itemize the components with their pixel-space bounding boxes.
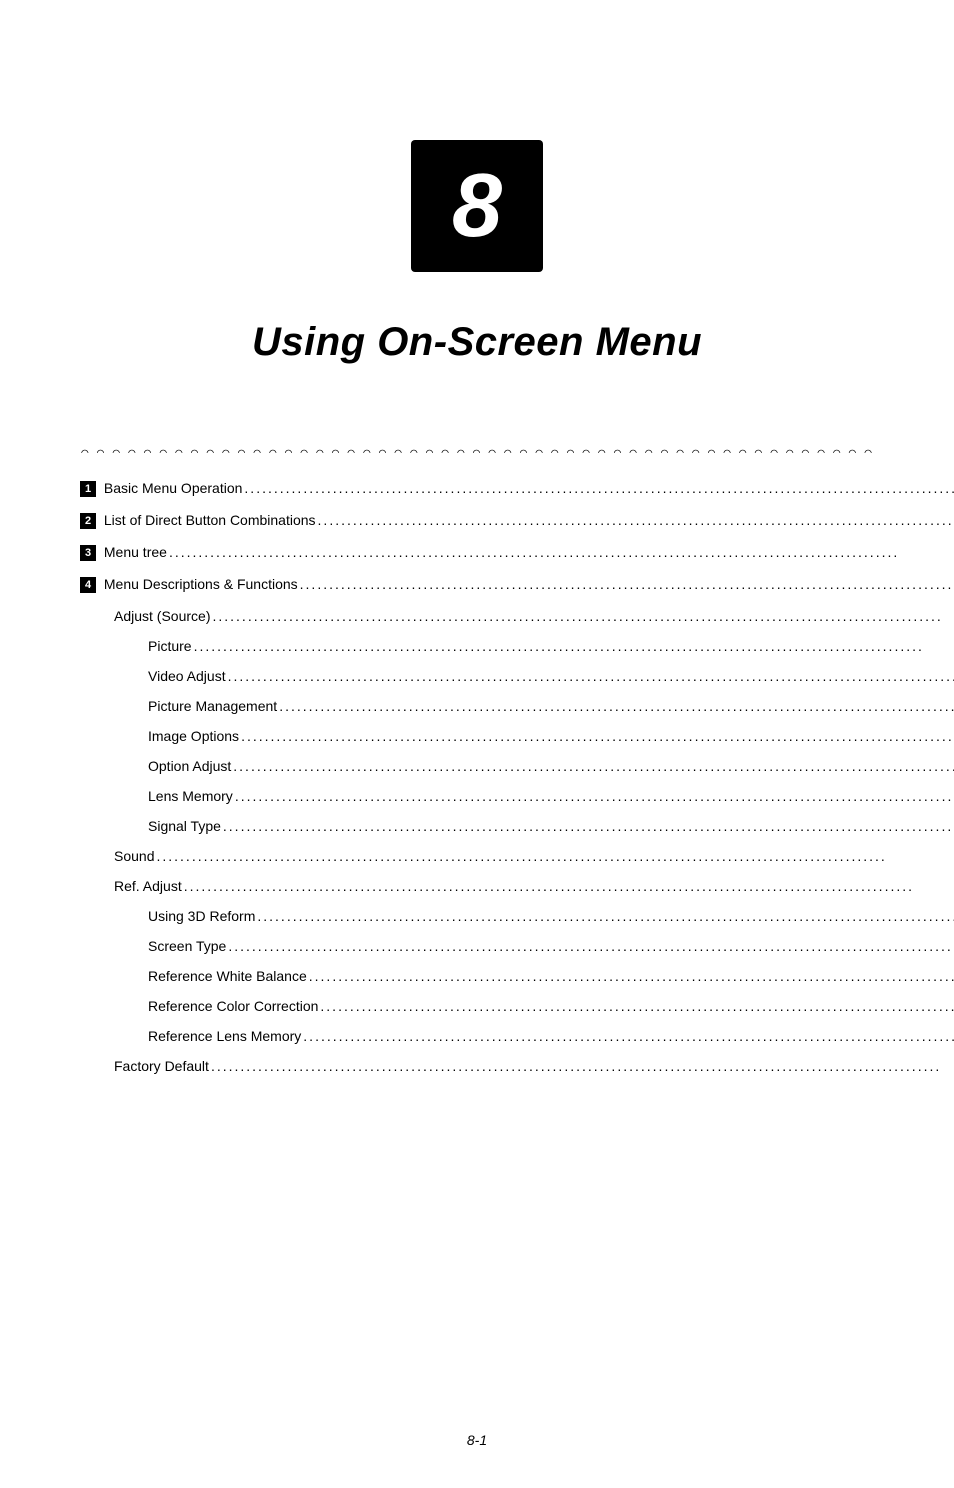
toc-leader-dots [235, 789, 954, 803]
toc-leader-dots [279, 699, 954, 713]
toc-leader-dots [223, 819, 954, 833]
toc-leader-dots [300, 577, 954, 591]
toc-entry-label: Adjust (Source) [114, 609, 210, 623]
toc-entry-label: Factory Default [114, 1059, 209, 1073]
toc-section-number-badge: 2 [80, 513, 96, 529]
toc-columns: 1 Basic Menu Operation 8-22 List of Dire… [80, 481, 874, 1089]
toc-leader-dots [228, 939, 954, 953]
toc-row: Sound 8-11 [80, 849, 954, 863]
toc-entry-text: Picture [148, 638, 192, 654]
toc-leader-dots [318, 513, 954, 527]
toc-section-number-badge: 4 [80, 577, 96, 593]
divider-dots: ○○○○○○○○○○○○○○○○○○○○○○○○○○○○○○○○○○○○○○○○… [80, 445, 874, 453]
toc-leader-dots [320, 999, 954, 1013]
toc-entry-label: 3 Menu tree [80, 545, 167, 561]
toc-row: Signal Type 8-11 [80, 819, 954, 833]
toc-entry-text: Signal Type [148, 818, 221, 834]
toc-leader-dots [184, 879, 954, 893]
toc-entry-label: Screen Type [148, 939, 226, 953]
toc-entry-text: Reference Lens Memory [148, 1028, 301, 1044]
toc-row: 4 Menu Descriptions & Functions 8-7 [80, 577, 954, 593]
toc-entry-text: Image Options [148, 728, 239, 744]
toc-section-number-badge: 3 [80, 545, 96, 561]
toc-entry-text: Lens Memory [148, 788, 233, 804]
toc-row: Screen Type 8-12 [80, 939, 954, 953]
toc-row: Adjust (Source) 8-8 [80, 609, 954, 623]
toc-row: Reference Lens Memory 8-13 [80, 1029, 954, 1043]
toc-entry-text: List of Direct Button Combinations [104, 512, 316, 528]
toc-row: Reference White Balance 8-12 [80, 969, 954, 983]
toc-row: Picture Management 8-9 [80, 699, 954, 713]
toc-entry-text: Video Adjust [148, 668, 226, 684]
toc-row: Using 3D Reform 8-12 [80, 909, 954, 923]
toc-entry-label: Picture Management [148, 699, 277, 713]
toc-leader-dots [244, 481, 954, 495]
toc-entry-text: Screen Type [148, 938, 226, 954]
toc-entry-text: Basic Menu Operation [104, 480, 243, 496]
toc-entry-text: Option Adjust [148, 758, 231, 774]
footer-page-number: 8-1 [0, 1432, 954, 1448]
toc-row: 1 Basic Menu Operation 8-2 [80, 481, 954, 497]
toc-entry-text: Reference White Balance [148, 968, 307, 984]
toc-row: Video Adjust 8-8 [80, 669, 954, 683]
toc-entry-text: Picture Management [148, 698, 277, 714]
toc-leader-dots [228, 669, 954, 683]
toc-entry-label: Reference Color Correction [148, 999, 318, 1013]
toc-row: Option Adjust 8-10 [80, 759, 954, 773]
toc-entry-label: Reference White Balance [148, 969, 307, 983]
toc-entry-text: Using 3D Reform [148, 908, 255, 924]
toc-entry-label: Lens Memory [148, 789, 233, 803]
toc-row: Ref. Adjust 8-12 [80, 879, 954, 893]
toc-leader-dots [156, 849, 954, 863]
toc-row: Reference Color Correction 8-12 [80, 999, 954, 1013]
toc-entry-label: Using 3D Reform [148, 909, 255, 923]
toc-entry-text: Sound [114, 848, 154, 864]
toc-row: Picture 8-8 [80, 639, 954, 653]
chapter-number-box: 8 [411, 140, 543, 272]
toc-entry-text: Reference Color Correction [148, 998, 318, 1014]
toc-row: 2 List of Direct Button Combinations 8-3 [80, 513, 954, 529]
toc-entry-label: Option Adjust [148, 759, 231, 773]
toc-row: Lens Memory 8-11 [80, 789, 954, 803]
toc-entry-text: Ref. Adjust [114, 878, 182, 894]
toc-section-number-badge: 1 [80, 481, 96, 497]
toc-row: Image Options 8-10 [80, 729, 954, 743]
toc-entry-label: 4 Menu Descriptions & Functions [80, 577, 298, 593]
toc-entry-label: Signal Type [148, 819, 221, 833]
toc-entry-text: Menu Descriptions & Functions [104, 576, 298, 592]
toc-column-left: 1 Basic Menu Operation 8-2 2 List of Dire… [80, 481, 954, 1089]
toc-leader-dots [194, 639, 954, 653]
toc-row: Factory Default 8-13 [80, 1059, 954, 1073]
toc-leader-dots [241, 729, 954, 743]
toc-leader-dots [233, 759, 954, 773]
toc-leader-dots [257, 909, 954, 923]
page: 8 Using On-Screen Menu ○○○○○○○○○○○○○○○○○… [0, 140, 954, 1488]
toc-entry-label: Picture [148, 639, 192, 653]
toc-entry-label: 1 Basic Menu Operation [80, 481, 242, 497]
toc-entry-label: 2 List of Direct Button Combinations [80, 513, 316, 529]
toc-entry-label: Video Adjust [148, 669, 226, 683]
toc-leader-dots [309, 969, 954, 983]
toc-row: 3 Menu tree 8-4 [80, 545, 954, 561]
toc-leader-dots [303, 1029, 954, 1043]
toc-entry-label: Ref. Adjust [114, 879, 182, 893]
toc-entry-label: Sound [114, 849, 154, 863]
toc-entry-label: Reference Lens Memory [148, 1029, 301, 1043]
toc-leader-dots [169, 545, 954, 559]
toc-leader-dots [211, 1059, 954, 1073]
toc-entry-text: Adjust (Source) [114, 608, 210, 624]
toc-entry-text: Menu tree [104, 544, 167, 560]
chapter-title: Using On-Screen Menu [80, 320, 874, 365]
chapter-number: 8 [452, 155, 502, 258]
toc-entry-text: Factory Default [114, 1058, 209, 1074]
toc-leader-dots [212, 609, 954, 623]
toc-entry-label: Image Options [148, 729, 239, 743]
